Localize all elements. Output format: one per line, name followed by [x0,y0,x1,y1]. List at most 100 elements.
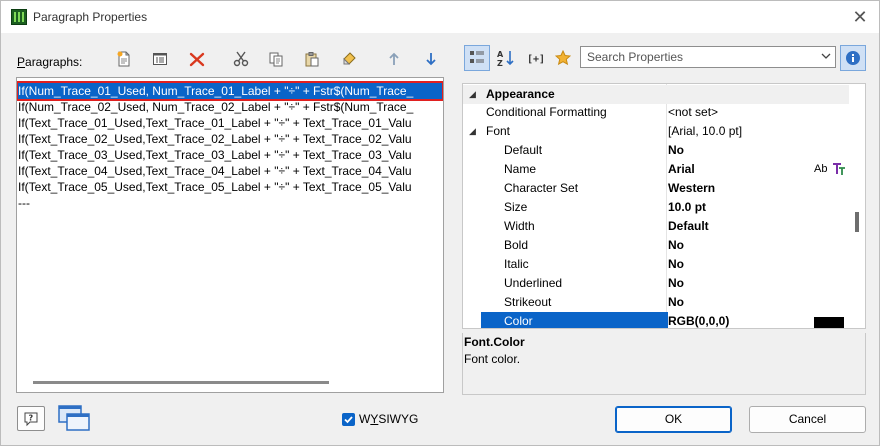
new-paragraph-button[interactable] [112,47,136,71]
font-preview: Ab [814,163,828,175]
svg-text:Z: Z [497,59,503,67]
property-row-width[interactable]: Width Default [463,217,849,236]
property-row-size[interactable]: Size 10.0 pt [463,198,849,217]
property-name: Strikeout [504,295,552,309]
help-button[interactable]: ? [17,406,45,431]
property-name: Default [504,143,543,157]
property-name: Color [481,312,668,328]
favorites-button[interactable] [550,45,576,71]
category-label: Appearance [486,87,555,101]
list-item[interactable]: If(Text_Trace_03_Used,Text_Trace_03_Labe… [18,147,412,163]
delete-button[interactable] [185,47,209,71]
property-name: Conditional Formatting [486,105,607,119]
svg-text:A: A [497,50,504,59]
clear-icon [343,52,356,65]
property-grid[interactable]: ◢ Appearance Conditional Formatting <not… [462,83,866,329]
property-row-italic[interactable]: Italic No [463,255,849,274]
list-item[interactable]: If(Text_Trace_05_Used,Text_Trace_05_Labe… [18,179,412,195]
property-value[interactable]: No [668,293,684,312]
paste-button[interactable] [300,47,324,71]
description-title: Font.Color [464,335,525,349]
property-value[interactable]: [Arial, 10.0 pt] [668,122,742,141]
property-row-strikeout[interactable]: Strikeout No [463,293,849,312]
paste-icon [305,52,319,67]
property-description: Font.Color Font color. [462,333,866,395]
color-swatch[interactable] [814,317,844,328]
property-name: Font [486,124,511,138]
property-value[interactable]: 10.0 pt [668,198,706,217]
property-value[interactable]: RGB(0,0,0) [668,312,729,328]
list-item[interactable]: --- [18,195,30,211]
property-row-conditional-formatting[interactable]: Conditional Formatting <not set> [463,103,849,122]
vertical-scrollbar[interactable] [855,212,859,232]
wysiwyg-checkbox[interactable] [342,413,355,426]
property-value[interactable]: No [668,236,684,255]
properties-icon [153,53,167,65]
cut-button[interactable] [229,47,253,71]
svg-text:?: ? [29,413,34,422]
property-value[interactable]: <not set> [668,103,718,122]
property-value[interactable]: Default [668,217,709,236]
close-button[interactable]: ✕ [849,6,871,28]
property-name: Character Set [504,181,579,195]
collapse-icon[interactable]: ◢ [469,122,476,141]
property-value[interactable]: Arial [668,160,695,179]
property-grid-panel: AZ [+] Search Properties ◢ Appearance Co… [462,45,866,395]
search-placeholder: Search Properties [587,50,684,64]
property-row-character-set[interactable]: Character Set Western [463,179,849,198]
move-up-icon [389,52,399,65]
property-name: Width [504,219,535,233]
cut-icon [233,51,249,67]
window-title: Paragraph Properties [33,10,148,24]
windows-icon [58,405,90,431]
list-item[interactable]: If(Num_Trace_02_Used, Num_Trace_02_Label… [18,99,413,115]
checkmark-icon [344,416,353,424]
ok-button[interactable]: OK [615,406,732,433]
paragraphs-list[interactable]: If(Num_Trace_01_Used, Num_Trace_01_Label… [16,77,444,393]
property-value[interactable]: No [668,255,684,274]
list-item[interactable]: If(Text_Trace_02_Used,Text_Trace_02_Labe… [18,131,412,147]
collapse-icon[interactable]: ◢ [469,85,476,104]
dialog-window: Paragraph Properties ✕ Paragraphs: If(Nu… [0,0,880,446]
list-item[interactable]: If(Text_Trace_04_Used,Text_Trace_04_Labe… [18,163,412,179]
copy-icon [269,52,283,67]
delete-icon [189,52,205,67]
categorized-view-button[interactable] [464,45,490,71]
property-row-underlined[interactable]: Underlined No [463,274,849,293]
property-value[interactable]: No [668,274,684,293]
alphabetical-view-button[interactable]: AZ [493,45,519,71]
sort-alpha-icon: AZ [497,50,514,67]
property-name: Size [504,200,528,214]
property-row-bold[interactable]: Bold No [463,236,849,255]
move-up-button[interactable] [382,47,406,71]
clear-format-button[interactable] [337,47,361,71]
search-properties-input[interactable]: Search Properties [580,46,836,68]
info-button[interactable] [840,45,866,71]
copy-button[interactable] [264,47,288,71]
horizontal-scrollbar[interactable] [33,381,329,384]
wysiwyg-label[interactable]: WYSIWYG [359,412,418,426]
list-item[interactable]: If(Text_Trace_01_Used,Text_Trace_01_Labe… [18,115,412,131]
chevron-down-icon[interactable] [821,51,831,64]
property-row-font[interactable]: ◢ Font [Arial, 10.0 pt] [463,122,849,141]
property-row-color[interactable]: Color RGB(0,0,0) [463,312,849,328]
property-name: Bold [504,238,529,252]
property-row-default[interactable]: Default No [463,141,849,160]
category-appearance[interactable]: ◢ Appearance [463,85,849,104]
svg-text:[+]: [+] [527,54,544,65]
paragraphs-label: Paragraphs: [17,55,83,69]
app-icon [11,9,27,25]
window-layout-button[interactable] [58,405,92,433]
info-icon [846,51,860,65]
property-value[interactable]: Western [668,179,715,198]
cancel-button[interactable]: Cancel [749,406,866,433]
property-value[interactable]: No [668,141,684,160]
move-down-button[interactable] [419,47,443,71]
star-icon [555,50,571,66]
expand-collapse-button[interactable]: [+] [522,45,548,71]
help-icon: ? [24,412,38,426]
property-row-name[interactable]: Name Arial Ab [463,160,849,179]
new-paragraph-icon [117,51,130,67]
list-item[interactable]: If(Num_Trace_01_Used, Num_Trace_01_Label… [17,81,443,101]
paragraph-properties-button[interactable] [148,47,172,71]
